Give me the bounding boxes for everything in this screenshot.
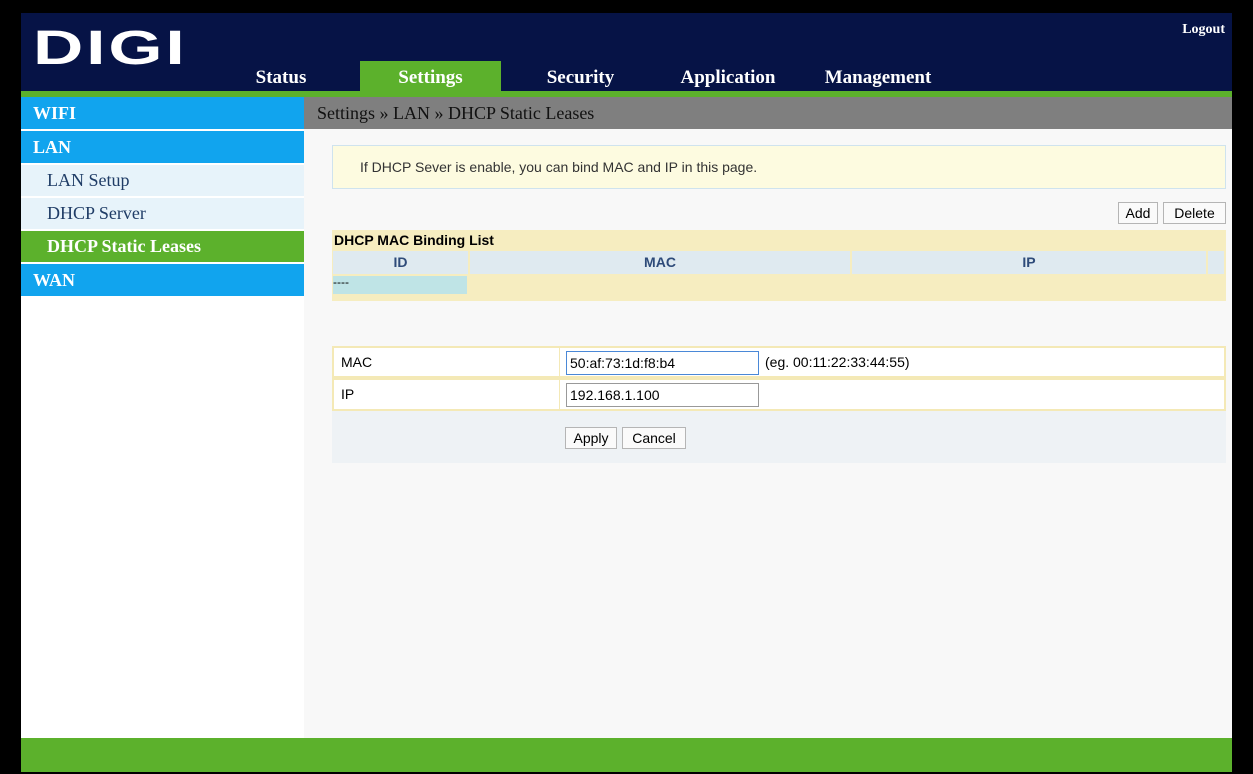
cancel-button[interactable]: Cancel <box>622 427 686 449</box>
column-header-mac: MAC <box>470 251 850 274</box>
nav-tab-management[interactable]: Management <box>815 61 941 91</box>
mac-label: MAC <box>341 354 373 370</box>
info-notice: If DHCP Sever is enable, you can bind MA… <box>332 145 1226 189</box>
column-header-select <box>1208 251 1224 274</box>
nav-tab-status[interactable]: Status <box>236 61 326 91</box>
binding-form: MAC (eg. 00:11:22:33:44:55) IP Apply Can… <box>332 346 1226 463</box>
form-row-mac: MAC (eg. 00:11:22:33:44:55) <box>332 346 1226 378</box>
sidebar-item-lan-setup[interactable]: LAN Setup <box>21 165 304 198</box>
mac-format-hint: (eg. 00:11:22:33:44:55) <box>765 354 910 370</box>
digi-logo: DIGI <box>33 22 188 75</box>
form-divider <box>559 380 560 409</box>
ip-input[interactable] <box>566 383 759 407</box>
form-divider <box>559 348 560 376</box>
form-row-ip: IP <box>332 378 1226 411</box>
add-button[interactable]: Add <box>1118 202 1158 224</box>
main-content: Settings » LAN » DHCP Static Leases If D… <box>304 97 1232 738</box>
nav-tab-security[interactable]: Security <box>529 61 632 91</box>
delete-button[interactable]: Delete <box>1163 202 1226 224</box>
sidebar-item-wan[interactable]: WAN <box>21 264 304 298</box>
nav-tab-application[interactable]: Application <box>666 61 790 91</box>
column-header-id: ID <box>333 251 468 274</box>
logout-link[interactable]: Logout <box>1182 22 1225 38</box>
mac-binding-list: DHCP MAC Binding List ID MAC IP ---- <box>332 230 1226 301</box>
router-page: DIGI Logout Status Settings Security App… <box>21 13 1232 772</box>
sidebar-item-wifi[interactable]: WIFI <box>21 97 304 131</box>
table-row: ---- <box>333 276 467 294</box>
sidebar-item-dhcp-server[interactable]: DHCP Server <box>21 198 304 231</box>
binding-list-title: DHCP MAC Binding List <box>334 232 494 248</box>
nav-tab-settings[interactable]: Settings <box>360 61 501 91</box>
breadcrumb: Settings » LAN » DHCP Static Leases <box>304 97 1232 129</box>
ip-label: IP <box>341 386 355 402</box>
sidebar: WIFI LAN LAN Setup DHCP Server DHCP Stat… <box>21 97 304 738</box>
apply-button[interactable]: Apply <box>565 427 617 449</box>
sidebar-item-dhcp-static-leases[interactable]: DHCP Static Leases <box>21 231 304 264</box>
sidebar-item-lan[interactable]: LAN <box>21 131 304 165</box>
footer-bar <box>21 738 1232 772</box>
mac-input[interactable] <box>566 351 759 375</box>
column-header-ip: IP <box>852 251 1206 274</box>
header: DIGI Logout Status Settings Security App… <box>21 13 1232 91</box>
